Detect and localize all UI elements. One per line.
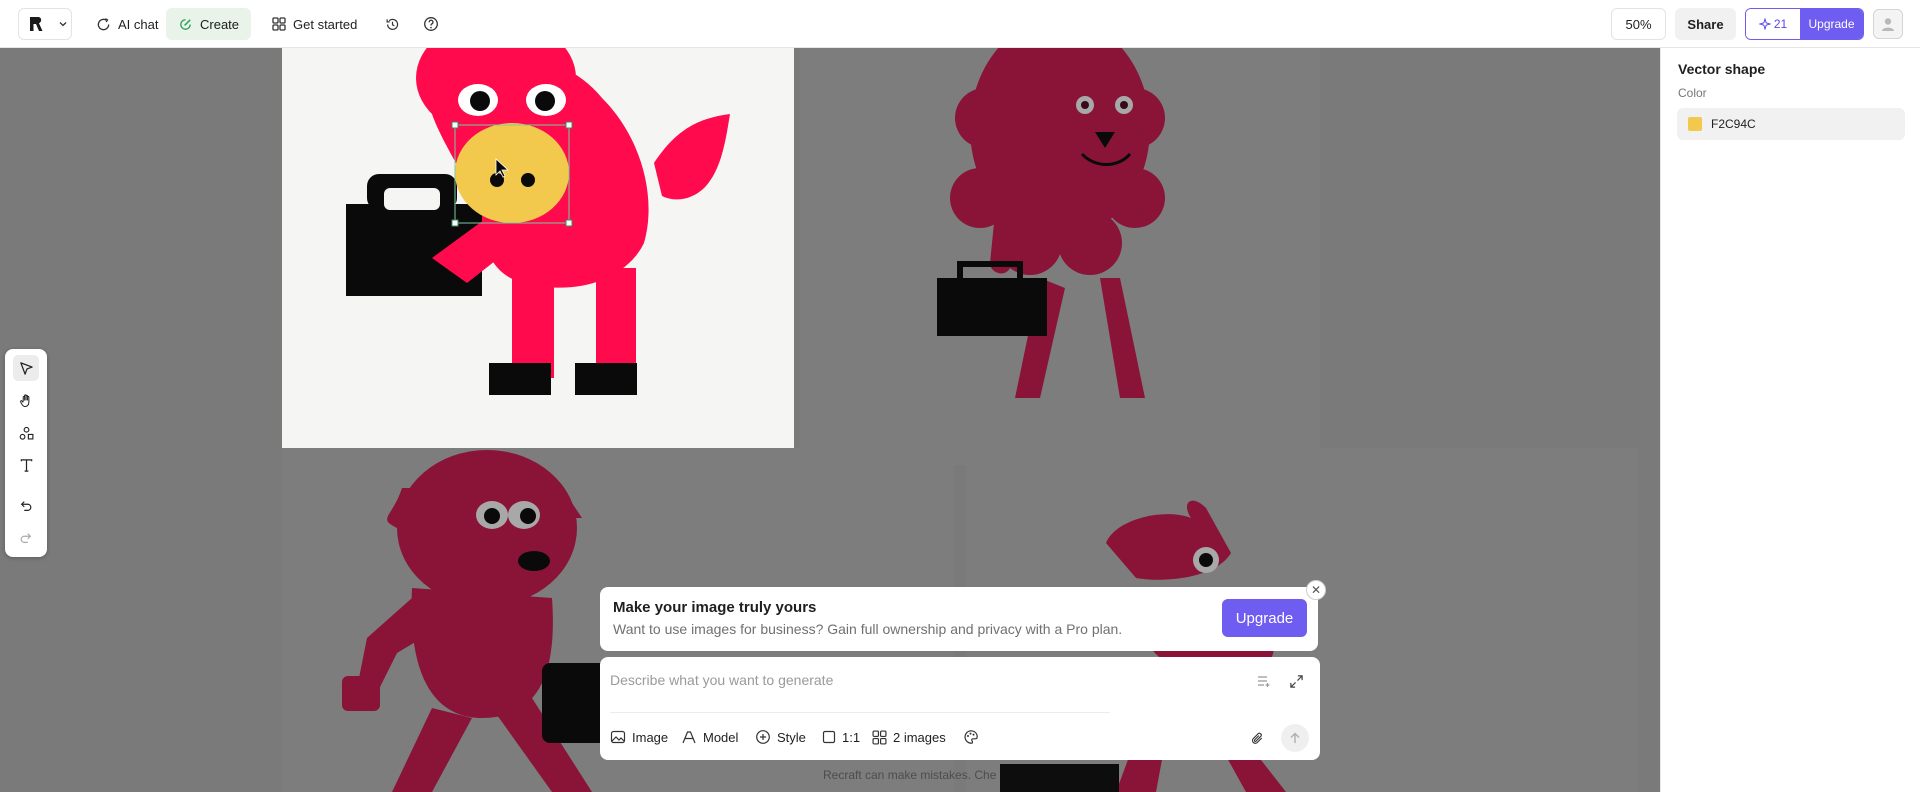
redo-icon: [20, 533, 32, 543]
banner-subtitle: Want to use images for business? Gain fu…: [613, 621, 1123, 637]
credits-count: 21: [1773, 17, 1788, 31]
chevron-down-icon: [59, 22, 67, 27]
history-button[interactable]: [378, 8, 406, 40]
square-ratio-icon: [822, 730, 836, 744]
zoom-level-button[interactable]: 50%: [1611, 8, 1666, 40]
expand-prompt-button[interactable]: [1285, 670, 1307, 692]
tool-palette: [5, 349, 47, 557]
recraft-logo-icon: [30, 17, 43, 31]
banner-close-button[interactable]: ✕: [1306, 580, 1326, 600]
expand-icon: [1289, 674, 1303, 688]
user-icon: [1882, 18, 1894, 31]
text-tool[interactable]: [13, 452, 39, 478]
generate-send-button[interactable]: [1281, 724, 1309, 752]
get-started-button[interactable]: Get started: [264, 8, 365, 40]
properties-panel: Vector shape Color F2C94C: [1660, 48, 1920, 792]
upgrade-banner: Make your image truly yours Want to use …: [600, 587, 1318, 651]
image-frame-2[interactable]: [800, 48, 1320, 465]
zoom-label: 50%: [1625, 16, 1652, 32]
fluffy-character-illustration: [937, 48, 1165, 398]
banner-upgrade-button[interactable]: Upgrade: [1222, 599, 1307, 637]
shapes-tool[interactable]: [13, 420, 39, 446]
image-count-option[interactable]: 2 images: [872, 724, 946, 750]
create-button[interactable]: Create: [166, 8, 252, 40]
hand-tool[interactable]: [13, 387, 39, 413]
canvas-overlap-shape: [1000, 764, 1118, 792]
image-icon: [610, 730, 626, 744]
color-field[interactable]: F2C94C: [1677, 108, 1905, 140]
image-type-label: Image: [632, 729, 669, 745]
attach-button[interactable]: [1246, 727, 1268, 749]
prompt-presets-button[interactable]: [1253, 670, 1275, 692]
model-option[interactable]: Model: [681, 724, 738, 750]
style-label: Style: [777, 729, 806, 745]
create-brush-icon: [180, 18, 191, 30]
text-icon: [20, 458, 32, 472]
aspect-ratio-label: 1:1: [842, 729, 861, 745]
undo-tool[interactable]: [13, 493, 39, 519]
share-label: Share: [1687, 16, 1724, 32]
grid-icon: [872, 729, 887, 745]
upgrade-button[interactable]: Upgrade: [1800, 9, 1863, 39]
image-frame-selected[interactable]: [282, 48, 794, 465]
credits-upgrade-group: 21 Upgrade: [1745, 8, 1864, 40]
prompt-input[interactable]: [610, 669, 1170, 691]
palette-icon: [964, 730, 978, 744]
list-add-icon: [1258, 676, 1270, 687]
create-label: Create: [200, 16, 240, 32]
style-plus-icon: [756, 730, 770, 744]
image-type-option[interactable]: Image: [610, 724, 668, 750]
ai-chat-button[interactable]: AI chat: [88, 8, 166, 40]
panel-title: Vector shape: [1678, 61, 1766, 77]
arrow-up-icon: [1290, 732, 1300, 743]
color-label: Color: [1678, 86, 1707, 100]
prompt-divider: [610, 712, 1110, 713]
user-avatar[interactable]: [1873, 9, 1903, 39]
disclaimer-text: Recraft can make mistakes. Che: [823, 768, 997, 782]
ai-chat-label: AI chat: [118, 16, 159, 32]
aspect-ratio-option[interactable]: 1:1: [822, 724, 860, 750]
undo-icon: [20, 501, 32, 511]
color-value: F2C94C: [1711, 117, 1756, 131]
pen-select-icon: [19, 361, 33, 375]
grid-icon: [272, 17, 286, 31]
pink-character-illustration: [346, 48, 730, 395]
help-icon: [424, 17, 438, 31]
banner-upgrade-label: Upgrade: [1235, 609, 1294, 627]
refresh-chat-icon: [97, 17, 110, 30]
model-label: Model: [703, 729, 739, 745]
color-swatch[interactable]: [1688, 117, 1702, 131]
share-button[interactable]: Share: [1675, 8, 1736, 40]
style-option[interactable]: Style: [755, 724, 806, 750]
redo-tool[interactable]: [13, 525, 39, 551]
select-tool[interactable]: [13, 355, 39, 381]
hand-icon: [19, 393, 29, 407]
image-count-label: 2 images: [893, 729, 946, 745]
workspace-menu-button[interactable]: [18, 8, 72, 40]
upgrade-label: Upgrade: [1808, 17, 1855, 31]
model-icon: [682, 731, 696, 744]
history-icon: [386, 18, 398, 30]
palette-option[interactable]: [963, 724, 979, 750]
prompt-box: Image Model Style 1:1 2 images: [600, 657, 1320, 760]
get-started-label: Get started: [293, 16, 358, 32]
credits-counter[interactable]: 21: [1746, 9, 1800, 39]
help-button[interactable]: [417, 8, 445, 40]
banner-title: Make your image truly yours: [613, 599, 817, 616]
top-bar: AI chat Create Get started 50% Share 21 …: [0, 0, 1920, 48]
sparkle-icon: [1758, 18, 1771, 30]
shapes-icon: [19, 426, 33, 440]
paperclip-icon: [1251, 732, 1262, 744]
close-icon: ✕: [1310, 583, 1322, 597]
